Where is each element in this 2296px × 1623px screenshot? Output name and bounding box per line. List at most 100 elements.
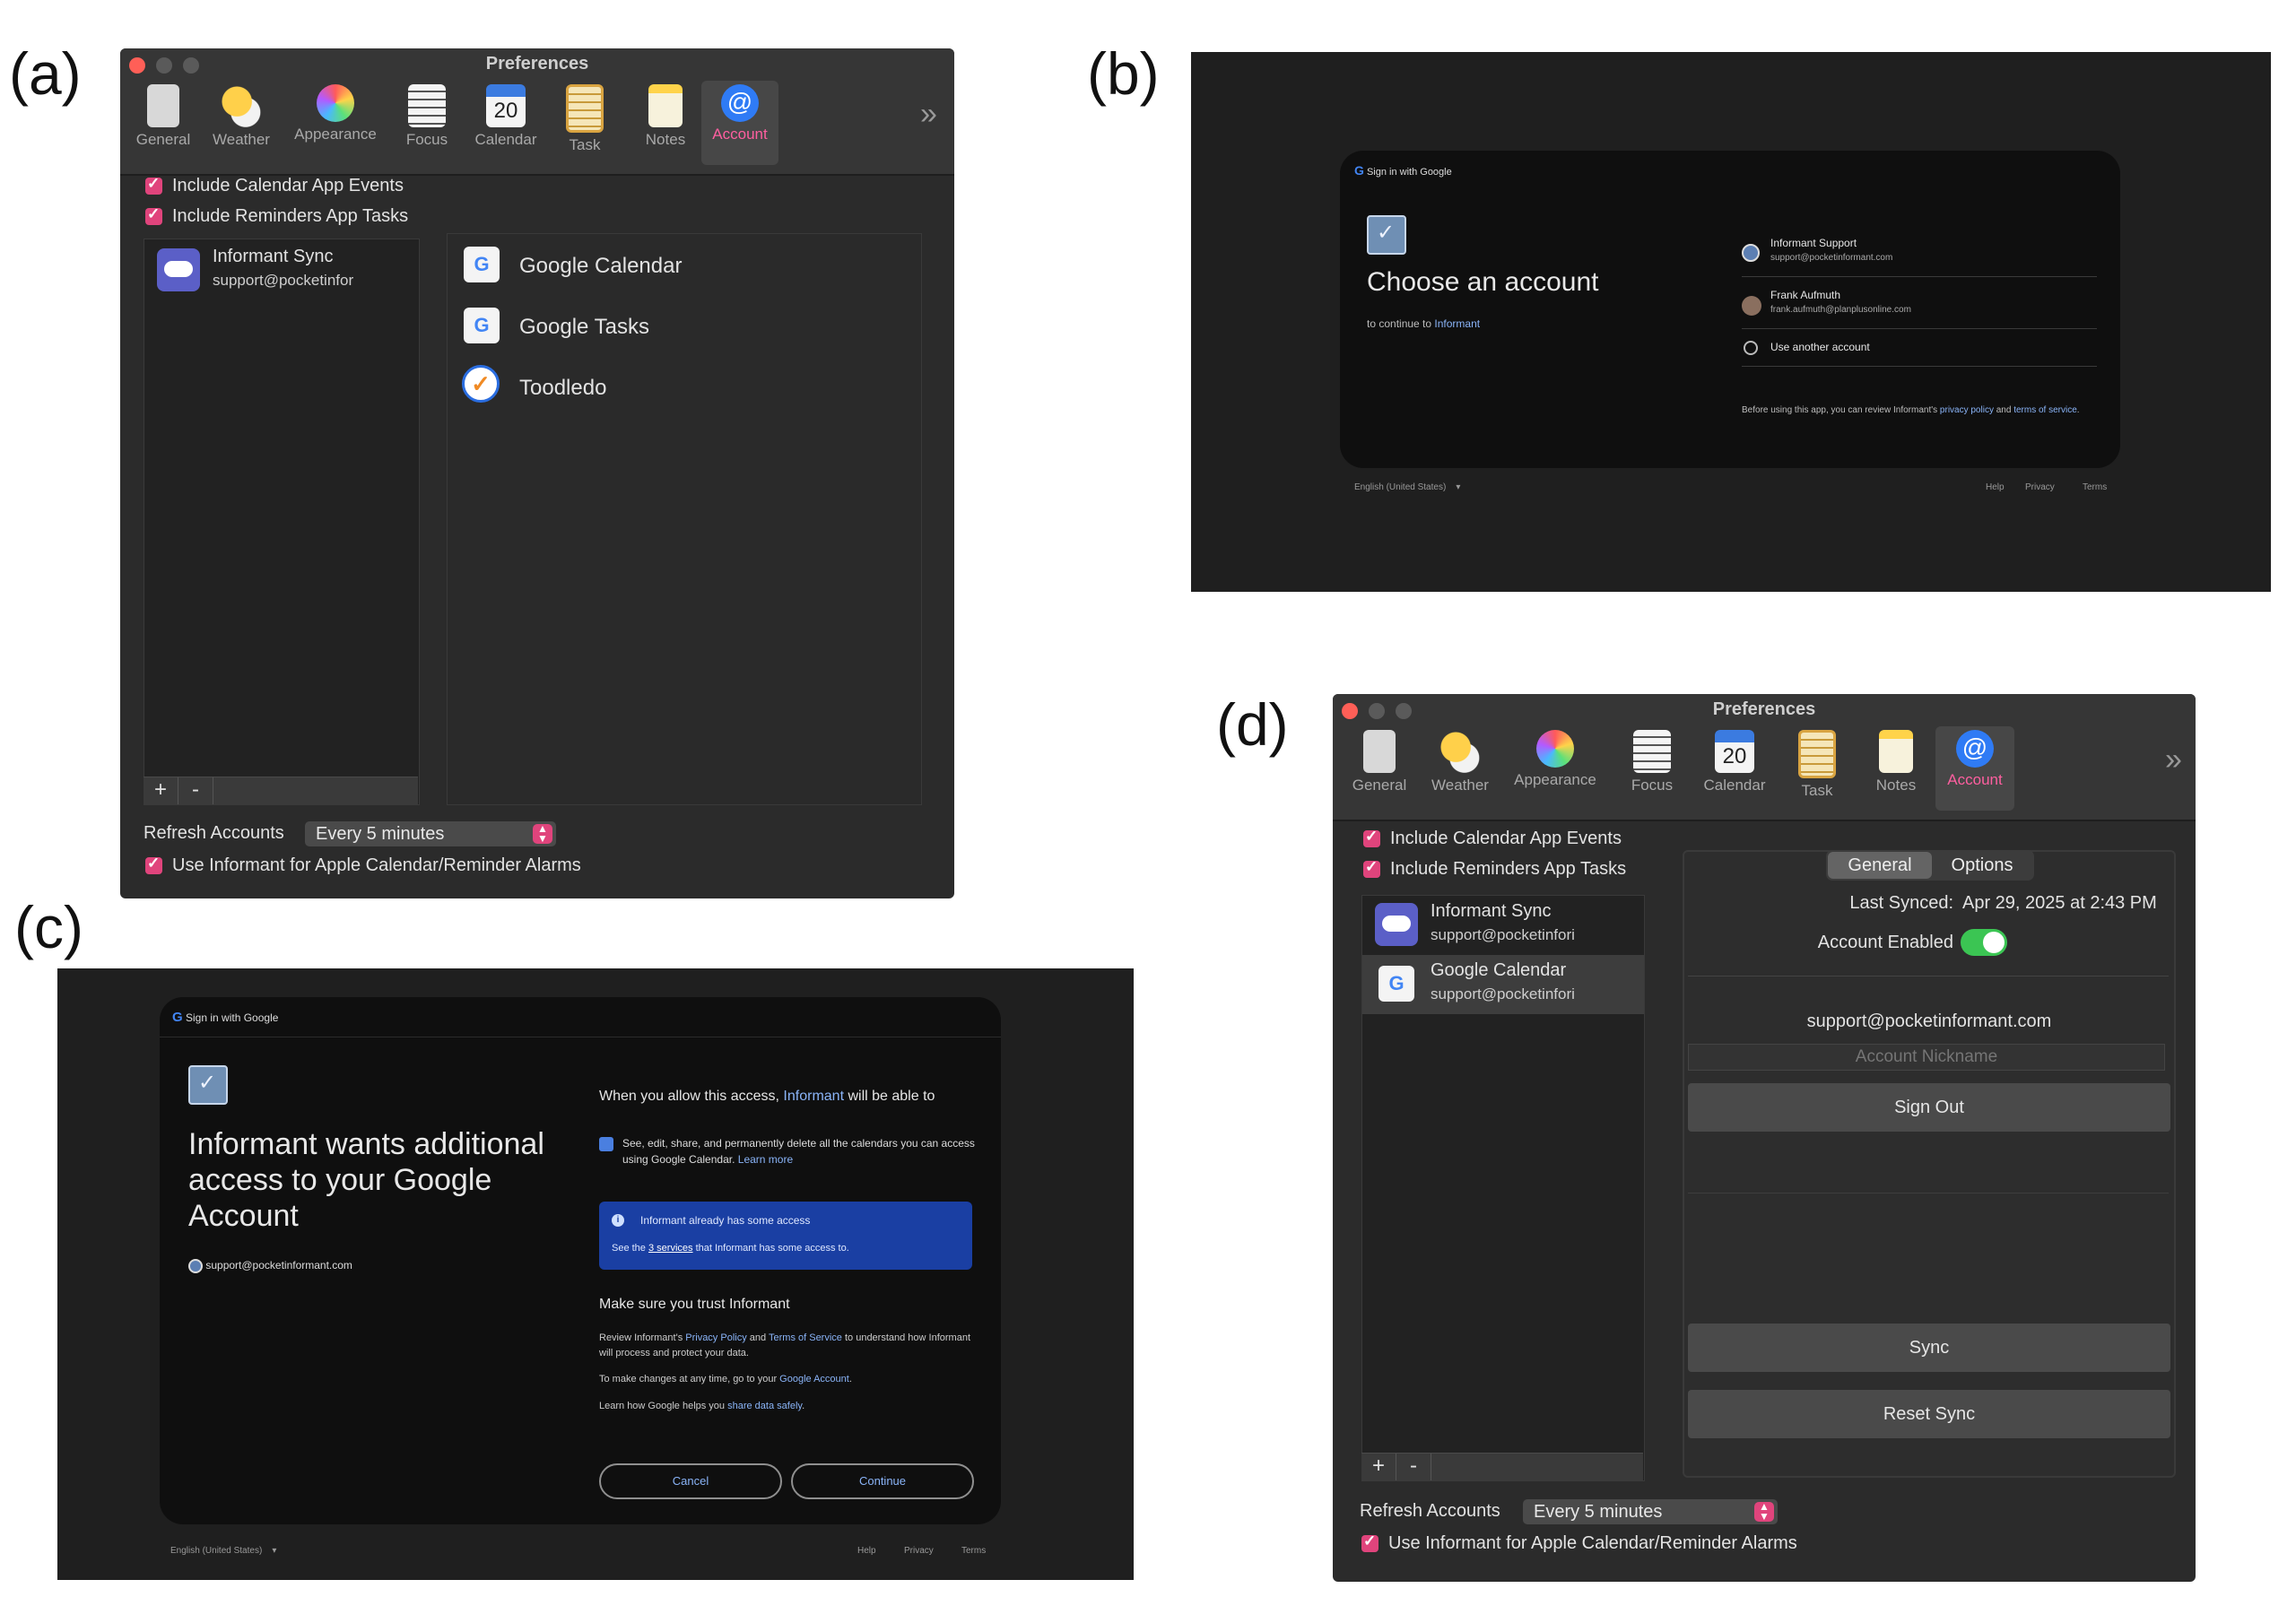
include-calendar-checkbox[interactable] [1363, 828, 1380, 847]
terms-of-service-link[interactable]: terms of service [2013, 405, 2077, 415]
footer-terms-link[interactable]: Terms [2083, 482, 2107, 492]
list-icon [1633, 730, 1671, 773]
three-services-link[interactable]: 3 services [648, 1243, 693, 1254]
tab-focus[interactable]: Focus [1614, 726, 1690, 811]
switch-icon [147, 84, 179, 127]
add-account-button[interactable]: + [144, 777, 178, 804]
refresh-interval-value: Every 5 minutes [1534, 1502, 1663, 1522]
tab-account[interactable]: @ Account [701, 81, 778, 165]
tab-weather-label: Weather [213, 131, 270, 148]
refresh-interval-select[interactable]: Every 5 minutes ▲ ▼ [305, 821, 556, 846]
footer-privacy-link[interactable]: Privacy [904, 1546, 934, 1556]
service-toodledo[interactable]: Toodledo [519, 376, 606, 401]
google-icon: G [1378, 966, 1414, 1002]
account-option-frank-aufmuth[interactable]: Frank Aufmuth frank.aufmuth@planplusonli… [1742, 287, 2097, 329]
tab-task[interactable]: Task [1779, 726, 1855, 811]
include-reminders-checkbox[interactable] [1363, 858, 1380, 878]
sync-button[interactable]: Sync [1688, 1324, 2170, 1372]
google-account-link[interactable]: Google Account [779, 1374, 849, 1384]
footer-terms-link[interactable]: Terms [961, 1546, 986, 1556]
access-heading: Informant wants additional access to you… [188, 1127, 544, 1233]
tab-detail-options[interactable]: Options [1932, 850, 2032, 881]
tab-weather[interactable]: Weather [204, 81, 279, 165]
account-nickname-input[interactable] [1688, 1044, 2165, 1071]
dropdown-caret-icon: ▾ [272, 1546, 277, 1556]
footer-help-link[interactable]: Help [1986, 482, 2005, 492]
learn-more-link[interactable]: Learn more [738, 1153, 793, 1166]
tab-task[interactable]: Task [547, 81, 622, 165]
account-name: Informant Sync [213, 247, 334, 266]
refresh-accounts-label: Refresh Accounts [144, 823, 284, 843]
privacy-policy-link[interactable]: privacy policy [1940, 405, 1994, 415]
switch-icon [1363, 730, 1396, 773]
calendar-day: 20 [1722, 744, 1747, 768]
include-reminders-label: Include Reminders App Tasks [1390, 859, 1627, 879]
continue-button[interactable]: Continue [791, 1463, 974, 1499]
refresh-interval-select[interactable]: Every 5 minutes ▲ ▼ [1523, 1499, 1778, 1524]
tab-focus[interactable]: Focus [389, 81, 465, 165]
tab-detail-general[interactable]: General [1828, 850, 1932, 881]
list-item[interactable]: Informant Sync support@pocketinfori [1362, 896, 1644, 955]
additional-access-card: G Sign in with Google Informant wants ad… [160, 997, 1001, 1524]
tab-notes-label: Notes [1875, 777, 1917, 794]
account-option-informant-support[interactable]: Informant Support support@pocketinforman… [1742, 235, 2097, 277]
tab-calendar-label: Calendar [1703, 777, 1766, 794]
remove-account-button[interactable]: - [178, 777, 213, 804]
tab-calendar[interactable]: 20 Calendar [468, 81, 544, 165]
tab-account[interactable]: @ Account [1935, 726, 2014, 811]
include-calendar-label: Include Calendar App Events [1390, 829, 1622, 848]
share-data-safely-link[interactable]: share data safely [727, 1401, 802, 1411]
informant-app-icon [1367, 215, 1406, 255]
tab-weather[interactable]: Weather [1422, 726, 1498, 811]
account-list[interactable]: Informant Sync support@pocketinfori G Go… [1361, 895, 1645, 1481]
changes-pre: To make changes at any time, go to your [599, 1374, 780, 1384]
tab-notes[interactable]: Notes [628, 81, 703, 165]
service-google-tasks[interactable]: Google Tasks [519, 315, 649, 340]
calendar-day: 20 [493, 99, 518, 123]
toolbar-overflow-chevron-icon[interactable]: » [920, 97, 937, 132]
divider [1742, 276, 2097, 277]
informant-link[interactable]: Informant [783, 1089, 844, 1104]
privacy-policy-link[interactable]: Privacy Policy [685, 1332, 746, 1343]
toolbar-overflow-chevron-icon[interactable]: » [2165, 742, 2182, 777]
preferences-window-d: Preferences General Weather Appearance F… [1333, 694, 2196, 1582]
add-account-button[interactable]: + [1361, 1454, 1396, 1480]
include-reminders-checkbox[interactable] [145, 205, 162, 225]
account-name: Informant Sync [1431, 901, 1552, 921]
list-icon [408, 84, 446, 127]
tab-appearance[interactable]: Appearance [1509, 726, 1602, 811]
informant-link[interactable]: Informant [1434, 317, 1480, 330]
service-google-calendar[interactable]: Google Calendar [519, 254, 682, 279]
use-alarms-checkbox[interactable] [1361, 1532, 1378, 1552]
tab-notes[interactable]: Notes [1858, 726, 1934, 811]
include-calendar-checkbox[interactable] [145, 175, 162, 195]
divider [1742, 328, 2097, 329]
remove-account-button[interactable]: - [1396, 1454, 1431, 1480]
cancel-button[interactable]: Cancel [599, 1463, 782, 1499]
sign-out-button[interactable]: Sign Out [1688, 1083, 2170, 1132]
account-enabled-toggle[interactable] [1961, 929, 2007, 956]
use-alarms-checkbox[interactable] [145, 855, 162, 874]
tab-appearance[interactable]: Appearance [291, 81, 380, 165]
signin-header-text: Sign in with Google [186, 1011, 279, 1024]
language-value: English (United States) [1354, 482, 1447, 492]
account-detail-pane: General Options Last Synced: Apr 29, 202… [1683, 850, 2176, 1478]
use-another-account-option[interactable]: Use another account [1742, 339, 2097, 367]
footer-privacy-link[interactable]: Privacy [2025, 482, 2055, 492]
terms-of-service-link[interactable]: Terms of Service [769, 1332, 842, 1343]
language-select[interactable]: English (United States) ▾ [1354, 482, 1460, 492]
reset-sync-button[interactable]: Reset Sync [1688, 1390, 2170, 1438]
tab-calendar[interactable]: 20 Calendar [1697, 726, 1772, 811]
use-alarms-label: Use Informant for Apple Calendar/Reminde… [1388, 1533, 1797, 1553]
language-select[interactable]: English (United States) ▾ [170, 1546, 276, 1556]
footer-help-link[interactable]: Help [857, 1546, 876, 1556]
email-text: support@pocketinformant.com [205, 1259, 352, 1272]
list-item-selected[interactable]: G Google Calendar support@pocketinfori [1362, 955, 1644, 1014]
window-title: Preferences [1712, 699, 1816, 719]
tab-general[interactable]: General [126, 81, 201, 165]
account-email: support@pocketinfori [1431, 985, 1575, 1002]
account-email: frank.aufmuth@planplusonline.com [1770, 305, 1911, 315]
preferences-window-a: Preferences General Weather Appearance F… [120, 48, 954, 898]
tab-general[interactable]: General [1342, 726, 1417, 811]
account-list[interactable]: Informant Sync support@pocketinfor [144, 239, 420, 805]
